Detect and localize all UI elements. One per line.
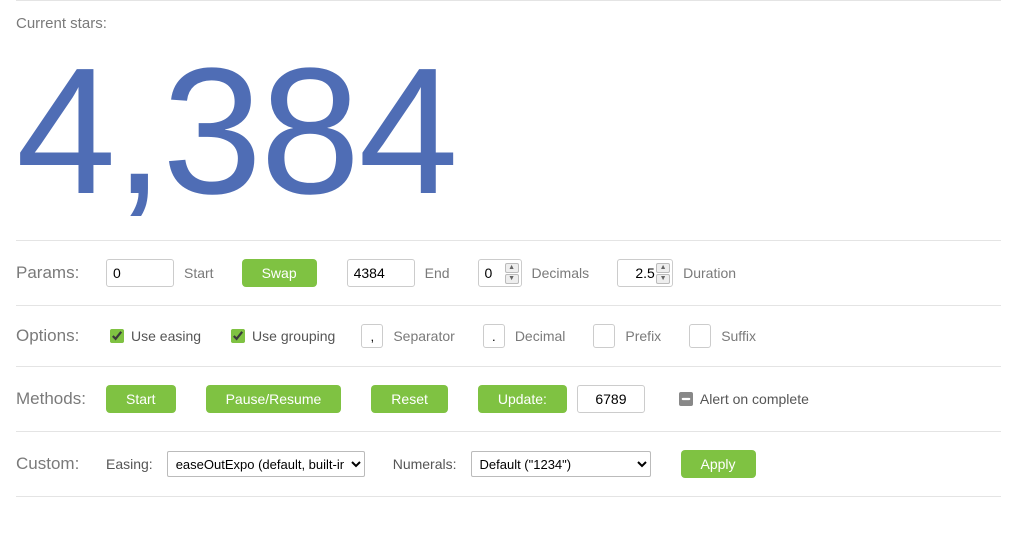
use-grouping-checkbox-wrap: Use grouping bbox=[227, 326, 335, 346]
prefix-input[interactable] bbox=[593, 324, 615, 348]
options-row: Options: Use easing Use grouping Separat… bbox=[16, 306, 1001, 366]
apply-button[interactable]: Apply bbox=[681, 450, 756, 478]
end-label: End bbox=[425, 265, 450, 281]
numerals-label: Numerals: bbox=[393, 456, 457, 472]
start-input[interactable] bbox=[106, 259, 174, 287]
params-section-label: Params: bbox=[16, 263, 96, 283]
decimal-input[interactable] bbox=[483, 324, 505, 348]
reset-button[interactable]: Reset bbox=[371, 385, 448, 413]
separator-input[interactable] bbox=[361, 324, 383, 348]
methods-section-label: Methods: bbox=[16, 389, 96, 409]
alert-on-complete-wrap: Alert on complete bbox=[675, 389, 809, 409]
params-row: Params: Start Swap End ▲ ▼ Decimals ▲ ▼ … bbox=[16, 241, 1001, 305]
suffix-input[interactable] bbox=[689, 324, 711, 348]
custom-section-label: Custom: bbox=[16, 454, 96, 474]
swap-button[interactable]: Swap bbox=[242, 259, 317, 287]
easing-select[interactable]: easeOutExpo (default, built-in) bbox=[167, 451, 365, 477]
duration-up-icon[interactable]: ▲ bbox=[656, 263, 670, 273]
decimal-label: Decimal bbox=[515, 328, 566, 344]
pause-resume-button[interactable]: Pause/Resume bbox=[206, 385, 342, 413]
alert-on-complete-checkbox[interactable] bbox=[679, 392, 693, 406]
update-button[interactable]: Update: bbox=[478, 385, 567, 413]
update-value-input[interactable] bbox=[577, 385, 645, 413]
easing-label: Easing: bbox=[106, 456, 153, 472]
duration-down-icon[interactable]: ▼ bbox=[656, 274, 670, 284]
separator-label: Separator bbox=[393, 328, 454, 344]
decimals-down-icon[interactable]: ▼ bbox=[505, 274, 519, 284]
numerals-select[interactable]: Default ("1234") bbox=[471, 451, 651, 477]
methods-row: Methods: Start Pause/Resume Reset Update… bbox=[16, 367, 1001, 431]
current-stars-label: Current stars: bbox=[16, 1, 1001, 32]
custom-row: Custom: Easing: easeOutExpo (default, bu… bbox=[16, 432, 1001, 496]
duration-label: Duration bbox=[683, 265, 736, 281]
use-easing-checkbox-wrap: Use easing bbox=[106, 326, 201, 346]
suffix-label: Suffix bbox=[721, 328, 756, 344]
decimals-up-icon[interactable]: ▲ bbox=[505, 263, 519, 273]
use-grouping-label: Use grouping bbox=[252, 328, 335, 344]
use-easing-label: Use easing bbox=[131, 328, 201, 344]
prefix-label: Prefix bbox=[625, 328, 661, 344]
end-input[interactable] bbox=[347, 259, 415, 287]
options-section-label: Options: bbox=[16, 326, 96, 346]
alert-on-complete-label: Alert on complete bbox=[700, 391, 809, 407]
current-stars-value: 4,384 bbox=[16, 32, 1001, 240]
start-label: Start bbox=[184, 265, 214, 281]
start-button[interactable]: Start bbox=[106, 385, 176, 413]
decimals-label: Decimals bbox=[532, 265, 590, 281]
use-grouping-checkbox[interactable] bbox=[231, 329, 245, 343]
use-easing-checkbox[interactable] bbox=[110, 329, 124, 343]
